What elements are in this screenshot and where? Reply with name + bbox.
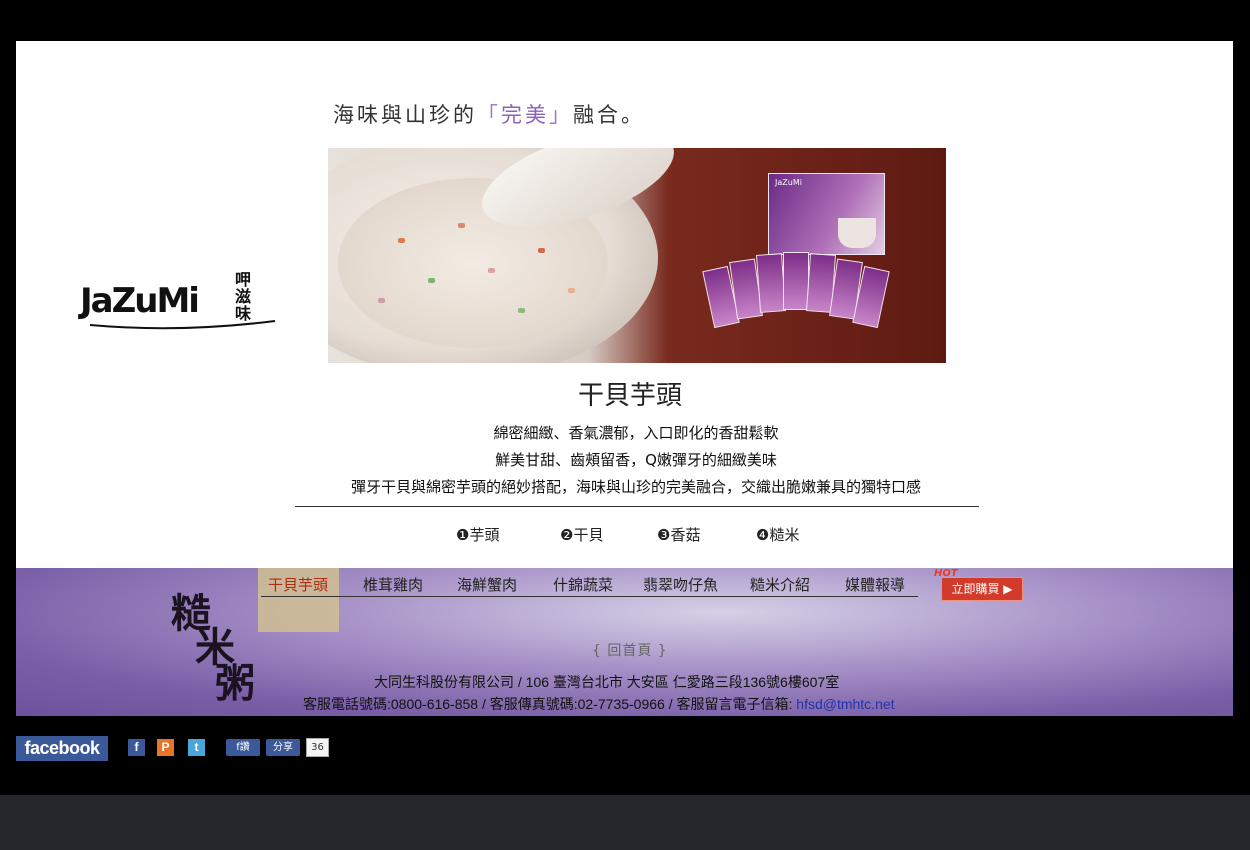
product-box-label: JaZuMi <box>775 178 802 187</box>
company-address: 大同生科股份有限公司 / 106 臺灣台北市 大安區 仁愛路三段136號6樓60… <box>374 674 840 690</box>
brand-logo[interactable]: JaZuMi 呷滋味 <box>80 267 280 337</box>
plurk-share-icon[interactable]: P <box>157 739 174 756</box>
tagline-bracket-close: 」 <box>549 103 573 127</box>
tagline-highlight: 完美 <box>501 103 549 127</box>
facebook-share-icon[interactable]: f <box>128 739 145 756</box>
contact-info: 客服電話號碼:0800-616-858 / 客服傳真號碼:02-7735-096… <box>303 694 895 714</box>
site-footer: 糙 米 粥 干貝芋頭 椎茸雞肉 海鮮蟹肉 什錦蔬菜 翡翠吻仔魚 糙米介紹 媒體報… <box>16 568 1233 716</box>
logo-swoosh-icon <box>89 320 276 330</box>
calligraphy-char: 粥 <box>215 660 255 707</box>
share-count: 36 <box>306 738 329 757</box>
ingredient-item: ❶芋頭 <box>456 526 500 544</box>
product-packet-image <box>783 252 809 310</box>
buy-now-button[interactable]: 立即購買 ▶ <box>941 577 1023 601</box>
page-bottom-bar <box>0 795 1250 850</box>
contact-text: 客服電話號碼:0800-616-858 / 客服傳真號碼:02-7735-096… <box>303 696 797 712</box>
product-description-3: 彈牙干貝與綿密芋頭的絕妙搭配，海味與山珍的完美融合，交織出脆嫩兼具的獨特口感 <box>350 478 921 496</box>
tagline-bracket-open: 「 <box>477 103 501 127</box>
nav-item-brown-rice-intro[interactable]: 糙米介紹 <box>750 574 810 595</box>
contact-email-link[interactable]: hfsd@tmhtc.net <box>796 696 894 712</box>
ingredient-item: ❸香菇 <box>657 526 701 544</box>
facebook-logo[interactable]: facebook <box>16 736 108 761</box>
tagline-text-post: 融合。 <box>573 103 645 127</box>
product-description-2: 鮮美甘甜、齒頰留香，Q嫩彈牙的細緻美味 <box>495 451 777 469</box>
facebook-share-button[interactable]: 分享 <box>266 739 300 756</box>
brand-calligraphy: 糙 米 粥 <box>171 588 261 708</box>
facebook-like-button[interactable]: f讚 <box>226 739 260 756</box>
product-box-image: JaZuMi <box>768 173 885 255</box>
nav-item-jade-whitebait[interactable]: 翡翠吻仔魚 <box>643 574 718 595</box>
product-title: 干貝芋頭 <box>577 381 682 411</box>
nav-item-mushroom-chicken[interactable]: 椎茸雞肉 <box>363 574 423 595</box>
nav-item-mixed-vegetables[interactable]: 什錦蔬菜 <box>553 574 613 595</box>
tagline-text-pre: 海味與山珍的 <box>333 103 477 127</box>
nav-item-scallop-taro[interactable]: 干貝芋頭 <box>268 574 328 595</box>
hero-image: JaZuMi <box>328 148 946 363</box>
product-packet-image <box>756 253 786 313</box>
page-tagline: 海味與山珍的「完美」融合。 <box>333 99 645 129</box>
divider <box>295 506 979 507</box>
twitter-share-icon[interactable]: t <box>188 739 205 756</box>
nav-underline <box>261 596 918 597</box>
product-cup-image <box>838 218 876 248</box>
nav-item-seafood-crab[interactable]: 海鮮蟹肉 <box>457 574 517 595</box>
logo-wordmark: JaZuMi <box>80 281 200 321</box>
logo-chinese: 呷滋味 <box>234 270 251 323</box>
home-link[interactable]: { 回首頁 } <box>592 640 668 660</box>
ingredient-item: ❷干貝 <box>560 526 604 544</box>
nav-item-media-reports[interactable]: 媒體報導 <box>845 574 905 595</box>
ingredient-item: ❹糙米 <box>756 526 800 544</box>
product-description-1: 綿密細緻、香氣濃郁，入口即化的香甜鬆軟 <box>493 424 779 442</box>
